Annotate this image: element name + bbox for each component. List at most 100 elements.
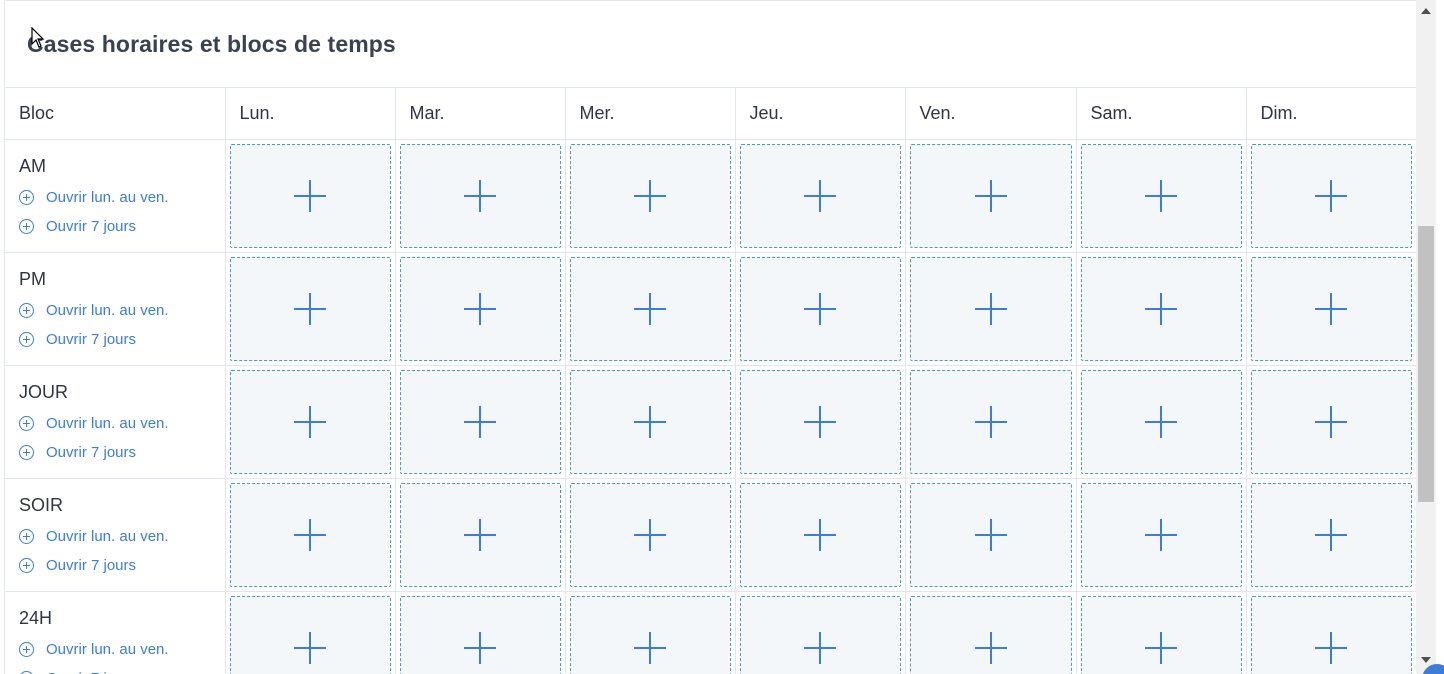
add-slot-button[interactable] [569, 143, 731, 248]
open-weekdays-link[interactable]: Ouvrir lun. au ven. [19, 635, 225, 664]
plus-icon [1315, 292, 1347, 325]
day-slot-cell [395, 591, 566, 674]
add-slot-button[interactable] [1250, 143, 1412, 248]
table-row: 24H Ouvrir lun. au ven. Ouvrir 7 jours [5, 591, 1416, 674]
add-slot-button[interactable] [1250, 369, 1412, 474]
add-slot-button[interactable] [909, 595, 1072, 674]
panel-header: Cases horaires et blocs de temps [5, 1, 1416, 88]
open-weekdays-link[interactable]: Ouvrir lun. au ven. [19, 296, 225, 325]
add-slot-button[interactable] [399, 143, 561, 248]
table-row: PM Ouvrir lun. au ven. Ouvrir 7 jours [5, 252, 1416, 366]
add-slot-button[interactable] [399, 256, 561, 361]
day-slot-cell [1076, 365, 1247, 479]
plus-icon [634, 405, 666, 438]
scroll-down-arrow-icon[interactable] [1421, 657, 1431, 663]
add-slot-button[interactable] [229, 143, 391, 248]
plus-icon [974, 292, 1007, 325]
day-slot-cell [565, 478, 736, 592]
add-slot-button[interactable] [569, 595, 731, 674]
plus-circle-icon [19, 331, 34, 347]
plus-icon [294, 518, 326, 551]
add-slot-button[interactable] [1250, 482, 1412, 587]
plus-icon [1145, 179, 1177, 212]
add-slot-button[interactable] [739, 482, 901, 587]
add-slot-button[interactable] [569, 256, 731, 361]
column-header-day: Lun. [225, 88, 396, 140]
day-slot-cell [905, 139, 1077, 253]
open-7-days-link[interactable]: Ouvrir 7 jours [19, 551, 225, 580]
day-slot-cell [735, 252, 906, 366]
day-slot-cell [1246, 252, 1416, 366]
open-7-days-link[interactable]: Ouvrir 7 jours [19, 325, 225, 354]
open-7-days-link[interactable]: Ouvrir 7 jours [19, 664, 225, 674]
plus-circle-icon [19, 557, 34, 573]
add-slot-button[interactable] [739, 256, 901, 361]
add-slot-button[interactable] [909, 482, 1072, 587]
column-header-day: Jeu. [735, 88, 906, 140]
add-slot-button[interactable] [569, 369, 731, 474]
bloc-cell: 24H Ouvrir lun. au ven. Ouvrir 7 jours [5, 591, 226, 674]
add-slot-button[interactable] [1080, 256, 1242, 361]
column-header-day: Mer. [565, 88, 736, 140]
add-slot-button[interactable] [1080, 595, 1242, 674]
mouse-cursor-icon [31, 27, 45, 48]
add-slot-button[interactable] [1080, 369, 1242, 474]
time-slots-table: Bloc Lun. Mar. Mer. Jeu. Ven. Sam. Dim. … [5, 88, 1416, 674]
add-slot-button[interactable] [909, 143, 1072, 248]
day-slot-cell [395, 252, 566, 366]
day-slot-cell [905, 591, 1077, 674]
plus-icon [804, 631, 836, 664]
add-slot-button[interactable] [909, 256, 1072, 361]
plus-icon [974, 631, 1007, 664]
add-slot-button[interactable] [909, 369, 1072, 474]
bloc-cell: AM Ouvrir lun. au ven. Ouvrir 7 jours [5, 139, 226, 253]
scroll-up-arrow-icon[interactable] [1421, 8, 1431, 14]
open-7-days-link[interactable]: Ouvrir 7 jours [19, 212, 225, 241]
add-slot-button[interactable] [399, 595, 561, 674]
bloc-name: PM [19, 268, 46, 289]
plus-icon [464, 518, 496, 551]
day-slot-cell [735, 365, 906, 479]
open-7-days-link[interactable]: Ouvrir 7 jours [19, 438, 225, 467]
bloc-cell: SOIR Ouvrir lun. au ven. Ouvrir 7 jours [5, 478, 226, 592]
day-slot-cell [1246, 365, 1416, 479]
add-slot-button[interactable] [1250, 256, 1412, 361]
plus-circle-icon [19, 415, 34, 431]
bloc-name: 24H [19, 607, 53, 628]
open-7-days-label: Ouvrir 7 jours [46, 556, 137, 574]
bloc-cell: JOUR Ouvrir lun. au ven. Ouvrir 7 jours [5, 365, 226, 479]
plus-icon [1145, 405, 1177, 438]
add-slot-button[interactable] [229, 595, 391, 674]
day-slot-cell [1076, 591, 1247, 674]
plus-icon [634, 292, 666, 325]
vertical-scrollbar[interactable] [1416, 0, 1436, 674]
day-slot-cell [1076, 139, 1247, 253]
day-slot-cell [735, 139, 906, 253]
add-slot-button[interactable] [739, 595, 901, 674]
plus-icon [464, 405, 496, 438]
add-slot-button[interactable] [229, 482, 391, 587]
plus-icon [1315, 631, 1347, 664]
day-slot-cell [1076, 252, 1247, 366]
scrollbar-thumb[interactable] [1418, 226, 1434, 502]
open-weekdays-link[interactable]: Ouvrir lun. au ven. [19, 409, 225, 438]
open-7-days-label: Ouvrir 7 jours [46, 443, 137, 461]
open-7-days-label: Ouvrir 7 jours [46, 330, 137, 348]
day-slot-cell [1076, 478, 1247, 592]
add-slot-button[interactable] [1080, 482, 1242, 587]
add-slot-button[interactable] [739, 143, 901, 248]
plus-icon [464, 179, 496, 212]
add-slot-button[interactable] [229, 369, 391, 474]
add-slot-button[interactable] [399, 369, 561, 474]
add-slot-button[interactable] [739, 369, 901, 474]
add-slot-button[interactable] [1080, 143, 1242, 248]
open-weekdays-link[interactable]: Ouvrir lun. au ven. [19, 183, 225, 212]
open-weekdays-link[interactable]: Ouvrir lun. au ven. [19, 522, 225, 551]
day-slot-cell [395, 478, 566, 592]
add-slot-button[interactable] [399, 482, 561, 587]
add-slot-button[interactable] [1250, 595, 1412, 674]
column-header-day: Mar. [395, 88, 566, 140]
add-slot-button[interactable] [569, 482, 731, 587]
add-slot-button[interactable] [229, 256, 391, 361]
table-header-row: Bloc Lun. Mar. Mer. Jeu. Ven. Sam. Dim. [5, 88, 1416, 140]
